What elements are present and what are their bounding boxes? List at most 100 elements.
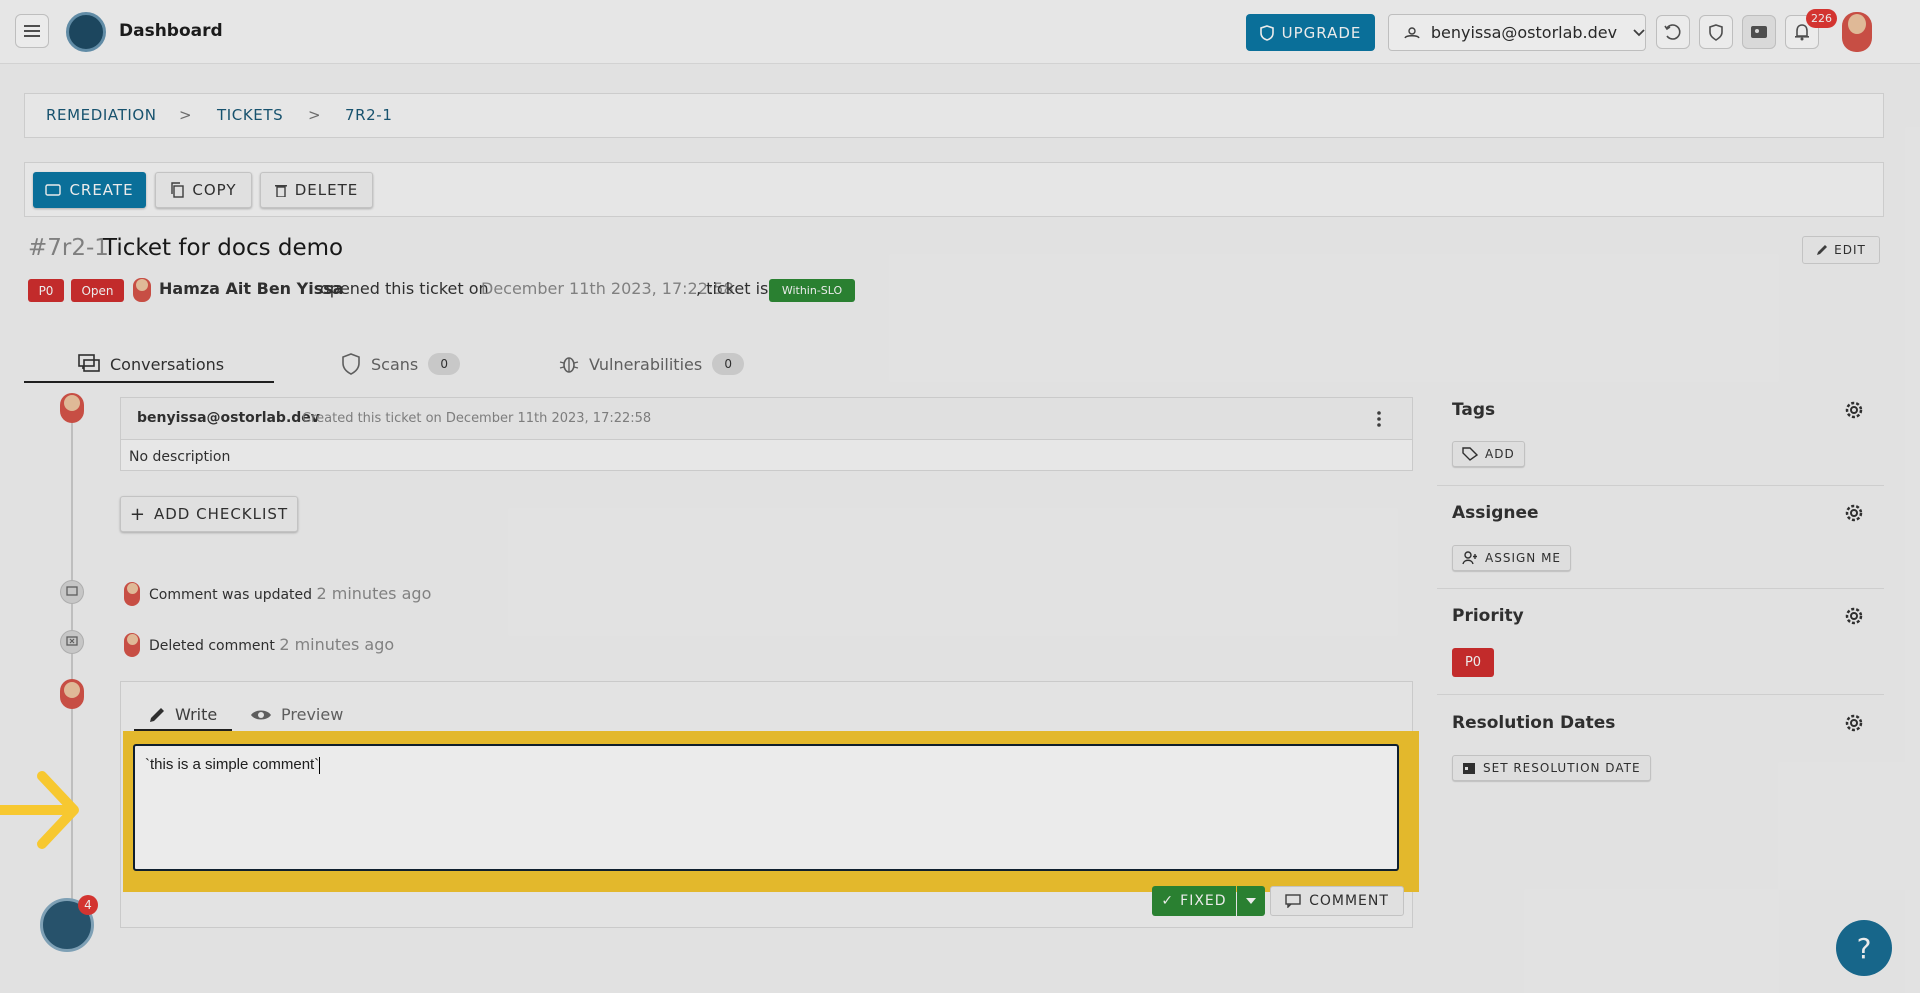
- edit-label: EDIT: [1834, 243, 1866, 257]
- author-avatar: [133, 278, 151, 302]
- notification-count-badge: 226: [1806, 9, 1837, 28]
- security-button[interactable]: [1699, 15, 1733, 49]
- tab-conversations[interactable]: Conversations: [78, 348, 224, 380]
- top-bar: Dashboard UPGRADE benyissa@ostorlab.dev …: [0, 0, 1920, 64]
- copy-label: COPY: [192, 181, 237, 199]
- gear-icon[interactable]: [1843, 399, 1865, 421]
- tab-write[interactable]: Write: [148, 705, 217, 724]
- chat-icon: [78, 354, 100, 372]
- comment-icon: [1285, 894, 1301, 908]
- more-vert-icon[interactable]: [1377, 411, 1381, 427]
- add-tag-button[interactable]: ADD: [1452, 441, 1525, 467]
- plus-icon: +: [129, 503, 146, 525]
- preview-tab-label: Preview: [281, 705, 344, 724]
- commenter-avatar: [60, 679, 84, 709]
- fixed-button[interactable]: ✓ FIXED: [1152, 886, 1236, 916]
- tickets-button[interactable]: [1742, 15, 1776, 49]
- shield-icon: [1259, 24, 1274, 41]
- creator-avatar: [60, 393, 84, 423]
- ticket-id: #7r2-1: [28, 235, 109, 261]
- trash-icon: [274, 185, 287, 197]
- priority-value-chip: P0: [1452, 648, 1494, 677]
- set-resolution-date-label: SET RESOLUTION DATE: [1483, 761, 1641, 775]
- tab-preview[interactable]: Preview: [250, 705, 343, 724]
- check-icon: ✓: [1161, 893, 1175, 909]
- tab-count-badge: 0: [712, 353, 745, 375]
- tab-label: Scans: [371, 354, 419, 374]
- shield-icon: [1709, 23, 1723, 41]
- card-header: benyissa@ostorlab.dev Created this ticke…: [121, 398, 1412, 440]
- breadcrumb-tickets[interactable]: TICKETS: [217, 106, 283, 124]
- comment-text-value: `this is a simple comment`: [145, 756, 320, 773]
- gear-icon[interactable]: [1843, 605, 1865, 627]
- resolution-dates-title: Resolution Dates: [1452, 713, 1616, 733]
- delete-label: DELETE: [294, 181, 359, 199]
- status-chip: Open: [71, 279, 124, 302]
- tab-scans[interactable]: Scans 0: [341, 348, 461, 380]
- assignee-title: Assignee: [1452, 503, 1539, 523]
- event-deleted-comment: Deleted comment 2 minutes ago: [149, 635, 394, 654]
- breadcrumb-separator: >: [308, 106, 321, 124]
- arrow-pointer-icon: [0, 771, 79, 849]
- ticket-is-text: , ticket is: [696, 279, 769, 298]
- scan-button[interactable]: [1656, 15, 1690, 49]
- priority-section: [1437, 589, 1884, 695]
- add-checklist-button[interactable]: + ADD CHECKLIST: [120, 496, 298, 532]
- assignee-section: [1437, 486, 1884, 589]
- add-checklist-label: ADD CHECKLIST: [153, 505, 289, 523]
- group-icon: [1404, 26, 1420, 38]
- set-resolution-date-button[interactable]: SET RESOLUTION DATE: [1452, 755, 1651, 781]
- gear-icon[interactable]: [1843, 502, 1865, 524]
- breadcrumb-ticket-id[interactable]: 7R2-1: [345, 106, 392, 124]
- card-user: benyissa@ostorlab.dev: [137, 410, 320, 426]
- card-meta: Created this ticket on December 11th 202…: [302, 411, 652, 426]
- breadcrumb-separator: >: [179, 106, 192, 124]
- create-button[interactable]: CREATE: [33, 172, 146, 208]
- comment-label: COMMENT: [1309, 893, 1389, 909]
- ticket-title: Ticket for docs demo: [103, 235, 344, 261]
- app-title: Dashboard: [119, 21, 223, 41]
- delete-event-icon: [60, 630, 84, 654]
- gear-icon[interactable]: [1843, 712, 1865, 734]
- bug-icon: [559, 357, 579, 373]
- tab-count-badge: 0: [428, 353, 461, 375]
- breadcrumb: [24, 93, 1884, 138]
- event-avatar: [124, 582, 140, 606]
- create-label: CREATE: [69, 181, 134, 199]
- fixed-label: FIXED: [1180, 893, 1227, 909]
- tab-label: Conversations: [110, 354, 225, 374]
- add-tag-label: ADD: [1485, 447, 1515, 461]
- ticket-author[interactable]: Hamza Ait Ben Yissa: [159, 279, 344, 298]
- tab-vulnerabilities[interactable]: Vulnerabilities 0: [559, 348, 745, 380]
- pencil-icon: [1817, 245, 1828, 255]
- pencil-icon: [150, 707, 164, 722]
- comment-textarea[interactable]: `this is a simple comment`: [133, 744, 1399, 871]
- comment-button[interactable]: COMMENT: [1270, 886, 1404, 916]
- card-description: No description: [129, 449, 231, 465]
- comment-event-icon: [60, 580, 84, 604]
- opened-text: opened this ticket on: [320, 279, 489, 298]
- delete-button[interactable]: DELETE: [260, 172, 373, 208]
- menu-button[interactable]: [15, 14, 49, 48]
- upgrade-button[interactable]: UPGRADE: [1246, 14, 1375, 51]
- copy-button[interactable]: COPY: [155, 172, 252, 208]
- priority-chip: P0: [28, 279, 64, 302]
- upgrade-label: UPGRADE: [1281, 23, 1362, 42]
- edit-button[interactable]: EDIT: [1802, 236, 1880, 264]
- org-email: benyissa@ostorlab.dev: [1430, 23, 1618, 42]
- fixed-dropdown-button[interactable]: [1237, 886, 1265, 916]
- app-logo[interactable]: [66, 12, 106, 52]
- ticket-icon: [45, 184, 62, 196]
- ticket-description-card: benyissa@ostorlab.dev Created this ticke…: [120, 397, 1413, 471]
- user-avatar[interactable]: [1842, 12, 1872, 52]
- person-add-icon: [1462, 551, 1477, 565]
- refresh-shield-icon: [1664, 24, 1681, 40]
- eye-icon: [251, 710, 271, 719]
- organization-select[interactable]: benyissa@ostorlab.dev: [1388, 14, 1646, 51]
- copy-icon: [171, 182, 185, 198]
- help-button[interactable]: ?: [1836, 920, 1892, 976]
- write-tab-label: Write: [175, 705, 218, 724]
- assign-me-button[interactable]: ASSIGN ME: [1452, 545, 1572, 571]
- event-time: 2 minutes ago: [316, 584, 432, 603]
- breadcrumb-remediation[interactable]: REMEDIATION: [46, 106, 157, 124]
